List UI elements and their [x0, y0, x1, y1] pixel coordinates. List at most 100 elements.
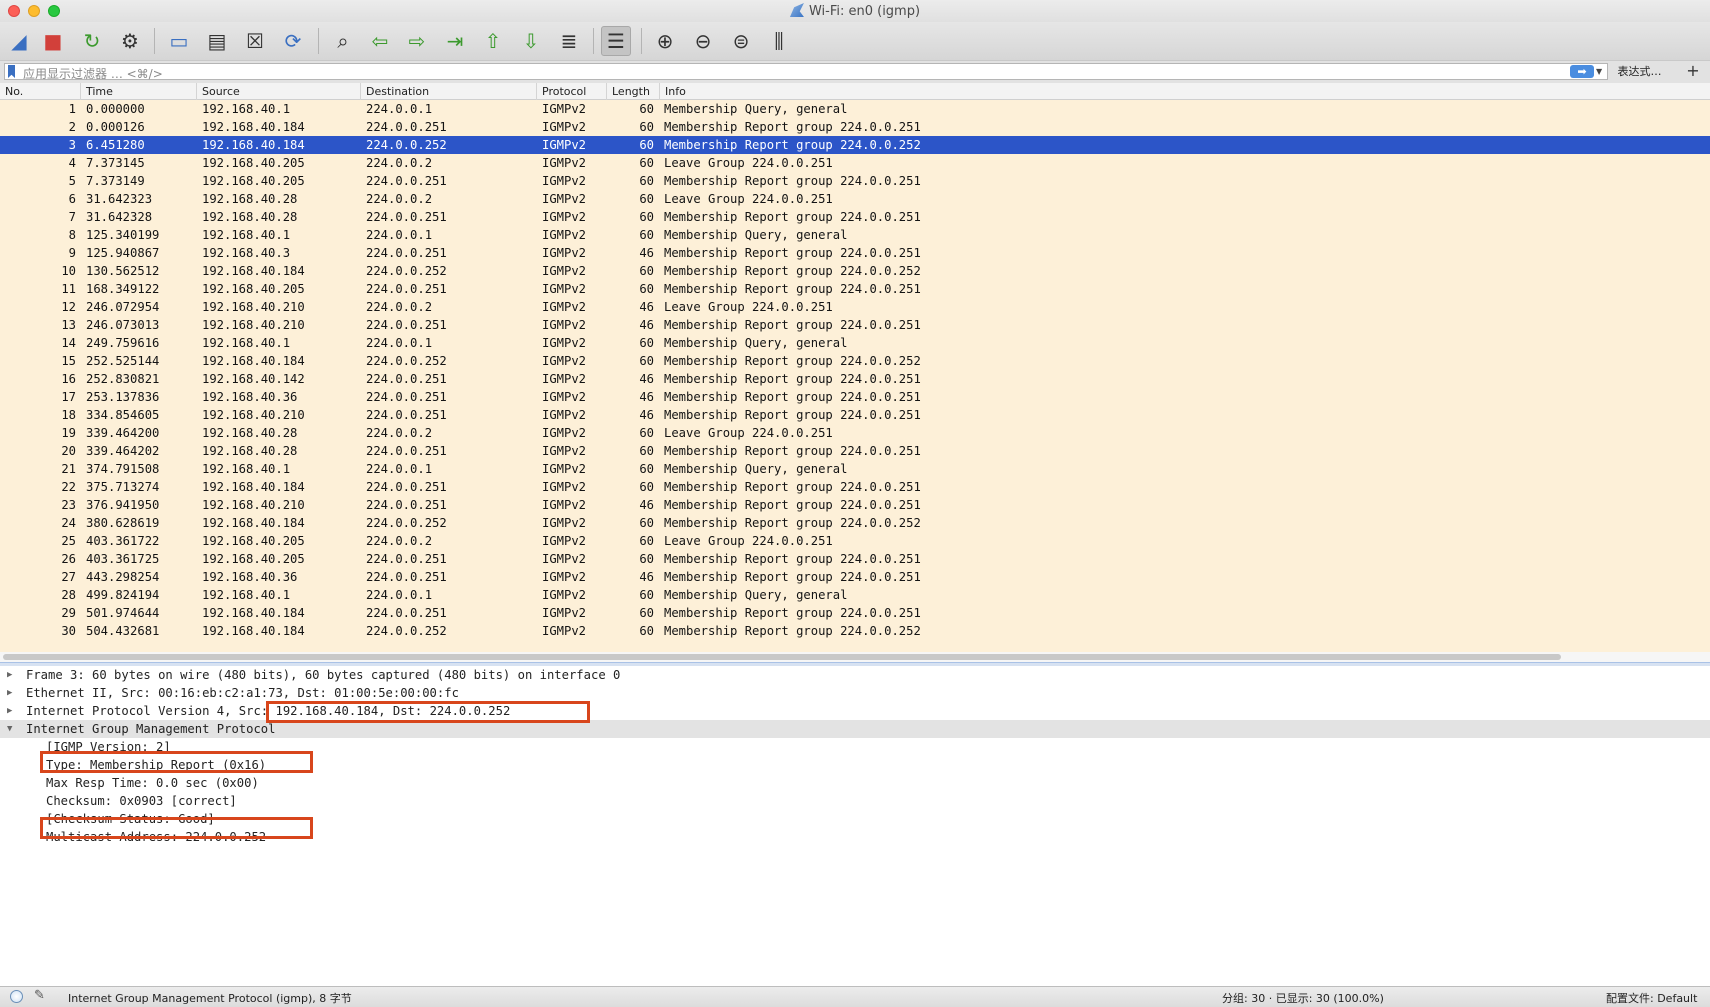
packet-row[interactable]: 23 376.941950 192.168.40.210 224.0.0.251 IGM…: [0, 496, 1710, 514]
packet-row[interactable]: 9 125.940867 192.168.40.3 224.0.0.251 IGMPv2…: [0, 244, 1710, 262]
packet-row[interactable]: 25 403.361722 192.168.40.205 224.0.0.2 IGMPv…: [0, 532, 1710, 550]
detail-igmp-max-resp: Max Resp Time: 0.0 sec (0x00): [46, 776, 259, 790]
packet-time: 403.361725: [86, 552, 160, 566]
detail-ip-row[interactable]: ▶ Internet Protocol Version 4, Src: 192.…: [0, 702, 1710, 720]
expand-arrow-icon[interactable]: ▶: [7, 702, 12, 720]
packet-row[interactable]: 7 31.642328 192.168.40.28 224.0.0.251 IGMPv2…: [0, 208, 1710, 226]
packet-row[interactable]: 28 499.824194 192.168.40.1 224.0.0.1 IGMPv2 6…: [0, 586, 1710, 604]
expand-arrow-icon[interactable]: ▶: [7, 684, 12, 702]
packet-row[interactable]: 20 339.464202 192.168.40.28 224.0.0.251 IGMP…: [0, 442, 1710, 460]
first-packet-button[interactable]: ⇧: [478, 26, 508, 56]
packet-row[interactable]: 6 31.642323 192.168.40.28 224.0.0.2 IGMPv2 60…: [0, 190, 1710, 208]
add-filter-button[interactable]: +: [1682, 62, 1704, 80]
packet-row[interactable]: 8 125.340199 192.168.40.1 224.0.0.1 IGMPv2 60…: [0, 226, 1710, 244]
packet-destination: 224.0.0.251: [366, 498, 447, 512]
packet-no: 4: [68, 156, 76, 170]
packet-row[interactable]: 1 0.000000 192.168.40.1 224.0.0.1 IGMPv2 60 Me…: [0, 100, 1710, 118]
column-header-length[interactable]: Length: [607, 83, 660, 100]
detail-ethernet-row[interactable]: ▶ Ethernet II, Src: 00:16:eb:c2:a1:73, D…: [0, 684, 1710, 702]
detail-igmp-checksum-row[interactable]: Checksum: 0x0903 [correct]: [0, 792, 1710, 810]
column-header-source[interactable]: Source: [197, 83, 361, 100]
status-profile[interactable]: 配置文件: Default: [1606, 990, 1697, 1006]
packet-no: 12: [61, 300, 76, 314]
packet-row[interactable]: 16 252.830821 192.168.40.142 224.0.0.251 IGM…: [0, 370, 1710, 388]
display-filter-input[interactable]: 应用显示过滤器 … <⌘/> ➡ ▼: [4, 63, 1608, 81]
normal-size-button[interactable]: ⊜: [726, 26, 756, 56]
packet-details-pane: ▶ Frame 3: 60 bytes on wire (480 bits), …: [0, 666, 1710, 986]
packet-list-horizontal-scrollbar[interactable]: [0, 652, 1710, 662]
packet-row[interactable]: 21 374.791508 192.168.40.1 224.0.0.1 IGMPv2 6…: [0, 460, 1710, 478]
packet-row[interactable]: 10 130.562512 192.168.40.184 224.0.0.252 IGM…: [0, 262, 1710, 280]
toolbar-separator: [154, 28, 155, 54]
go-back-button[interactable]: ⇦: [365, 26, 395, 56]
find-packet-button[interactable]: ⌕: [328, 26, 358, 56]
collapse-arrow-icon[interactable]: ▼: [7, 720, 12, 738]
packet-row[interactable]: 22 375.713274 192.168.40.184 224.0.0.251 IGM…: [0, 478, 1710, 496]
column-header-no[interactable]: No.: [0, 83, 81, 100]
packet-info: Membership Report group 224.0.0.251: [664, 606, 921, 620]
save-file-button[interactable]: ▤: [202, 26, 232, 56]
column-header-destination[interactable]: Destination: [361, 83, 537, 100]
start-capture-button[interactable]: ◢: [4, 26, 34, 56]
restart-capture-button[interactable]: ↻: [77, 26, 107, 56]
scrollbar-thumb[interactable]: [3, 654, 1561, 660]
packet-length: 60: [639, 264, 654, 278]
packet-time: 252.525144: [86, 354, 160, 368]
zoom-in-button[interactable]: ⊕: [650, 26, 680, 56]
expand-arrow-icon[interactable]: ▶: [7, 666, 12, 684]
packet-row[interactable]: 30 504.432681 192.168.40.184 224.0.0.252 IGM…: [0, 622, 1710, 640]
packet-row[interactable]: 13 246.073013 192.168.40.210 224.0.0.251 IGM…: [0, 316, 1710, 334]
packet-row[interactable]: 5 7.373149 192.168.40.205 224.0.0.251 IGMPv2…: [0, 172, 1710, 190]
bookmark-icon[interactable]: [8, 65, 15, 78]
packet-row[interactable]: 11 168.349122 192.168.40.205 224.0.0.251 IGM…: [0, 280, 1710, 298]
expression-button[interactable]: 表达式…: [1612, 64, 1667, 79]
packet-destination: 224.0.0.251: [366, 282, 447, 296]
column-header-time[interactable]: Time: [81, 83, 197, 100]
packet-list[interactable]: 1 0.000000 192.168.40.1 224.0.0.1 IGMPv2 60 Me…: [0, 100, 1710, 652]
packet-row-selected[interactable]: 3 6.451280 192.168.40.184 224.0.0.252 IGMPv2…: [0, 136, 1710, 154]
colorize-button[interactable]: ☰: [601, 26, 631, 56]
packet-row[interactable]: 29 501.974644 192.168.40.184 224.0.0.251 IGM…: [0, 604, 1710, 622]
filter-history-dropdown[interactable]: ▼: [1596, 65, 1606, 78]
stop-capture-button[interactable]: ■: [38, 26, 68, 56]
detail-igmp-max-resp-row[interactable]: Max Resp Time: 0.0 sec (0x00): [0, 774, 1710, 792]
packet-row[interactable]: 19 339.464200 192.168.40.28 224.0.0.2 IGMPv2…: [0, 424, 1710, 442]
resize-columns-button[interactable]: ⫼: [764, 26, 794, 56]
packet-time: 31.642323: [86, 192, 153, 206]
packet-row[interactable]: 2 0.000126 192.168.40.184 224.0.0.251 IGMPv2…: [0, 118, 1710, 136]
packet-row[interactable]: 12 246.072954 192.168.40.210 224.0.0.2 IGMPv…: [0, 298, 1710, 316]
column-header-info[interactable]: Info: [660, 83, 1710, 100]
packet-row[interactable]: 17 253.137836 192.168.40.36 224.0.0.251 IGMP…: [0, 388, 1710, 406]
packet-row[interactable]: 26 403.361725 192.168.40.205 224.0.0.251 IGM…: [0, 550, 1710, 568]
packet-row[interactable]: 27 443.298254 192.168.40.36 224.0.0.251 IGMP…: [0, 568, 1710, 586]
packet-row[interactable]: 15 252.525144 192.168.40.184 224.0.0.252 IGM…: [0, 352, 1710, 370]
edit-comment-icon[interactable]: ✎: [34, 988, 45, 1003]
folder-icon: ▭: [169, 29, 189, 53]
last-packet-button[interactable]: ⇩: [516, 26, 546, 56]
capture-status-icon[interactable]: [10, 990, 23, 1003]
packet-length: 60: [639, 210, 654, 224]
column-header-protocol[interactable]: Protocol: [537, 83, 607, 100]
open-file-button[interactable]: ▭: [164, 26, 194, 56]
auto-scroll-button[interactable]: ≣: [554, 26, 584, 56]
packet-no: 6: [68, 192, 76, 206]
arrow-up-bar-icon: ⇧: [484, 29, 502, 53]
packet-length: 60: [639, 354, 654, 368]
packet-info: Membership Report group 224.0.0.251: [664, 174, 921, 188]
zoom-out-button[interactable]: ⊖: [688, 26, 718, 56]
capture-options-button[interactable]: ⚙: [115, 26, 145, 56]
close-file-button[interactable]: ☒: [240, 26, 270, 56]
go-to-packet-button[interactable]: ⇥: [440, 26, 470, 56]
packet-destination: 224.0.0.252: [366, 516, 447, 530]
packet-row[interactable]: 24 380.628619 192.168.40.184 224.0.0.252 IGM…: [0, 514, 1710, 532]
packet-row[interactable]: 18 334.854605 192.168.40.210 224.0.0.251 IGM…: [0, 406, 1710, 424]
detail-igmp-row[interactable]: ▼ Internet Group Management Protocol: [0, 720, 1710, 738]
packet-row[interactable]: 4 7.373145 192.168.40.205 224.0.0.2 IGMPv2 60…: [0, 154, 1710, 172]
reload-file-button[interactable]: ⟳: [278, 26, 308, 56]
go-forward-button[interactable]: ⇨: [402, 26, 432, 56]
packet-source: 192.168.40.28: [202, 210, 298, 224]
packet-time: 7.373149: [86, 174, 145, 188]
packet-row[interactable]: 14 249.759616 192.168.40.1 224.0.0.1 IGMPv2 6…: [0, 334, 1710, 352]
apply-filter-button[interactable]: ➡: [1570, 65, 1594, 78]
detail-frame-row[interactable]: ▶ Frame 3: 60 bytes on wire (480 bits), …: [0, 666, 1710, 684]
